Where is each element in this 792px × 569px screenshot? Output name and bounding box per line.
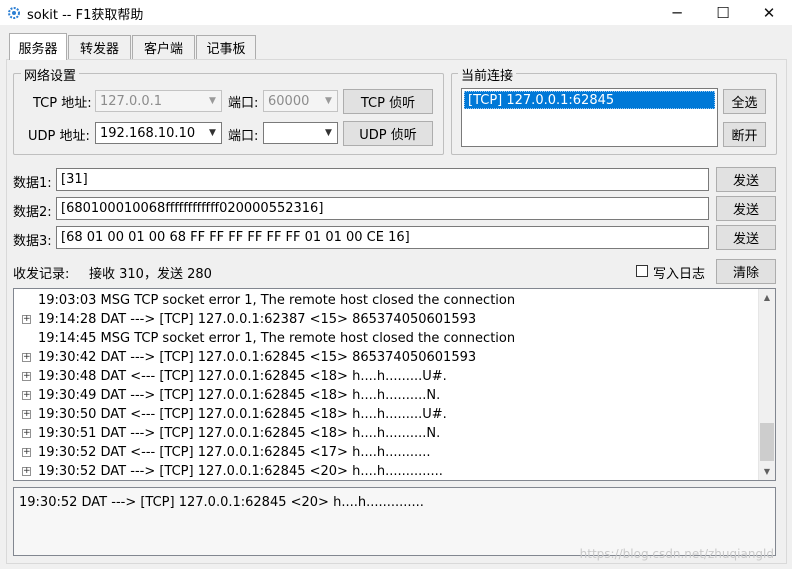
minimize-button[interactable]: ─ xyxy=(654,0,700,25)
data1-input[interactable]: [31] xyxy=(56,168,709,191)
select-all-button[interactable]: 全选 xyxy=(723,89,766,114)
tcp-listen-button[interactable]: TCP 侦听 xyxy=(343,89,433,114)
data2-label: 数据2: xyxy=(13,205,52,220)
tab-forwarder[interactable]: 转发器 xyxy=(68,35,131,59)
expand-icon[interactable]: + xyxy=(22,353,31,362)
records-label: 收发记录: xyxy=(13,267,70,282)
data3-input[interactable]: [68 01 00 01 00 68 FF FF FF FF FF FF 01 … xyxy=(56,226,709,249)
detail-text: 19:30:52 DAT ---> [TCP] 127.0.0.1:62845 … xyxy=(19,495,424,510)
maximize-button[interactable]: ☐ xyxy=(700,0,746,25)
table-row[interactable]: + 19:30:52 DAT <--- [TCP] 127.0.0.1:6284… xyxy=(14,443,760,462)
connection-item[interactable]: [TCP] 127.0.0.1:62845 xyxy=(464,91,715,109)
chevron-down-icon: ▼ xyxy=(325,128,332,138)
window-title: sokit -- F1获取帮助 xyxy=(27,8,144,23)
gear-icon xyxy=(8,7,20,19)
tab-client[interactable]: 客户端 xyxy=(132,35,195,59)
log-scrollbar[interactable]: ▲ ▼ xyxy=(758,289,775,480)
disconnect-button[interactable]: 断开 xyxy=(723,122,766,147)
data2-input[interactable]: [680100010068ffffffffffff020000552316] xyxy=(56,197,709,220)
connections-title: 当前连接 xyxy=(458,65,517,84)
tcp-address-value: 127.0.0.1 xyxy=(100,93,163,109)
chevron-down-icon: ▼ xyxy=(325,96,332,106)
log-line-text: 19:30:48 DAT <--- [TCP] 127.0.0.1:62845 … xyxy=(38,369,447,384)
udp-address-combo[interactable]: 192.168.10.10 ▼ xyxy=(95,122,222,144)
log-line-text: 19:14:45 MSG TCP socket error 1, The rem… xyxy=(38,331,516,346)
data3-send-button[interactable]: 发送 xyxy=(716,225,776,250)
table-row[interactable]: + 19:30:51 DAT ---> [TCP] 127.0.0.1:6284… xyxy=(14,424,760,443)
chevron-down-icon: ▼ xyxy=(209,96,216,106)
watermark: https://blog.csdn.net/zhuqiangld xyxy=(579,547,774,561)
expand-icon[interactable]: + xyxy=(22,429,31,438)
table-row[interactable]: + 19:30:49 DAT ---> [TCP] 127.0.0.1:6284… xyxy=(14,386,760,405)
tcp-address-label: TCP 地址: xyxy=(33,96,92,111)
data2-send-button[interactable]: 发送 xyxy=(716,196,776,221)
log-tree[interactable]: 19:03:03 MSG TCP socket error 1, The rem… xyxy=(13,288,776,481)
tcp-address-combo[interactable]: 127.0.0.1 ▼ xyxy=(95,90,222,112)
network-settings-title: 网络设置 xyxy=(21,65,80,84)
scroll-up-icon[interactable]: ▲ xyxy=(759,289,775,306)
title-bar[interactable]: sokit -- F1获取帮助 ─ ☐ ✕ xyxy=(0,0,792,25)
scroll-thumb[interactable] xyxy=(760,423,774,461)
table-row[interactable]: 19:03:03 MSG TCP socket error 1, The rem… xyxy=(14,291,760,310)
expand-icon[interactable]: + xyxy=(22,448,31,457)
data3-label: 数据3: xyxy=(13,234,52,249)
scroll-down-icon[interactable]: ▼ xyxy=(759,463,775,480)
detail-box[interactable]: 19:30:52 DAT ---> [TCP] 127.0.0.1:62845 … xyxy=(13,487,776,556)
udp-port-label: 端口: xyxy=(228,129,259,144)
write-log-label: 写入日志 xyxy=(653,267,706,282)
log-line-text: 19:30:52 DAT ---> [TCP] 127.0.0.1:62845 … xyxy=(38,464,443,479)
table-row[interactable]: + 19:30:48 DAT <--- [TCP] 127.0.0.1:6284… xyxy=(14,367,760,386)
tcp-port-combo[interactable]: 60000 ▼ xyxy=(263,90,338,112)
connections-list[interactable]: [TCP] 127.0.0.1:62845 xyxy=(461,88,718,147)
clear-button[interactable]: 清除 xyxy=(716,259,776,284)
tcp-port-label: 端口: xyxy=(228,96,259,111)
log-line-text: 19:14:28 DAT ---> [TCP] 127.0.0.1:62387 … xyxy=(38,312,477,327)
log-line-text: 19:30:49 DAT ---> [TCP] 127.0.0.1:62845 … xyxy=(38,388,441,403)
udp-address-value: 192.168.10.10 xyxy=(100,125,196,141)
log-line-text: 19:30:42 DAT ---> [TCP] 127.0.0.1:62845 … xyxy=(38,350,477,365)
log-line-text: 19:30:52 DAT <--- [TCP] 127.0.0.1:62845 … xyxy=(38,445,431,460)
log-line-text: 19:03:03 MSG TCP socket error 1, The rem… xyxy=(38,293,516,308)
close-button[interactable]: ✕ xyxy=(746,0,792,25)
table-row[interactable]: 19:14:45 MSG TCP socket error 1, The rem… xyxy=(14,329,760,348)
table-row[interactable]: + 19:14:28 DAT ---> [TCP] 127.0.0.1:6238… xyxy=(14,310,760,329)
udp-port-combo[interactable]: ▼ xyxy=(263,122,338,144)
data1-label: 数据1: xyxy=(13,176,52,191)
expand-icon[interactable]: + xyxy=(22,372,31,381)
expand-icon[interactable]: + xyxy=(22,410,31,419)
udp-listen-button[interactable]: UDP 侦听 xyxy=(343,121,433,146)
tab-notepad[interactable]: 记事板 xyxy=(196,35,256,59)
chevron-down-icon: ▼ xyxy=(209,128,216,138)
expand-icon[interactable]: + xyxy=(22,467,31,476)
write-log-checkbox[interactable] xyxy=(636,265,648,277)
records-stats: 接收 310，发送 280 xyxy=(89,267,212,282)
expand-icon[interactable]: + xyxy=(22,391,31,400)
table-row[interactable]: + 19:30:50 DAT <--- [TCP] 127.0.0.1:6284… xyxy=(14,405,760,424)
tab-server[interactable]: 服务器 xyxy=(9,33,67,60)
table-row[interactable]: + 19:30:42 DAT ---> [TCP] 127.0.0.1:6284… xyxy=(14,348,760,367)
log-line-text: 19:30:51 DAT ---> [TCP] 127.0.0.1:62845 … xyxy=(38,426,441,441)
log-line-text: 19:30:50 DAT <--- [TCP] 127.0.0.1:62845 … xyxy=(38,407,447,422)
data1-send-button[interactable]: 发送 xyxy=(716,167,776,192)
tcp-port-value: 60000 xyxy=(268,93,310,109)
table-row[interactable]: + 19:30:52 DAT ---> [TCP] 127.0.0.1:6284… xyxy=(14,462,760,480)
expand-icon[interactable]: + xyxy=(22,315,31,324)
udp-address-label: UDP 地址: xyxy=(28,129,90,144)
